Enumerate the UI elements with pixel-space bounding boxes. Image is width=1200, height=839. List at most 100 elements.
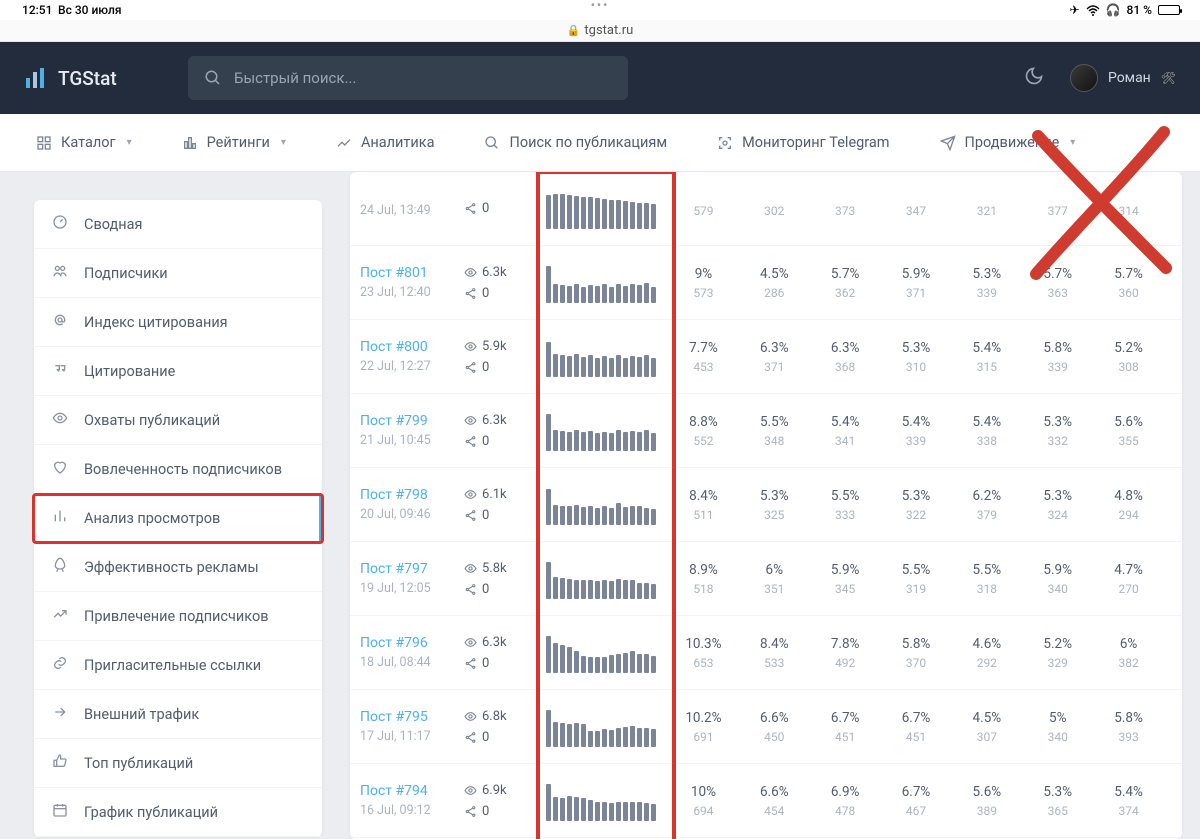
metric-pct: 5.8%: [1022, 340, 1093, 356]
post-link[interactable]: Пост #794: [360, 783, 464, 799]
mini-chart: [538, 781, 668, 821]
logo[interactable]: TGStat: [24, 66, 164, 90]
metric-count: 573: [668, 286, 739, 300]
metric-cell: 6%382: [1093, 636, 1164, 670]
metric-cell: 5.8%370: [881, 636, 952, 670]
metric-pct: 10.3%: [668, 636, 739, 652]
sidebar-engagement[interactable]: Вовлеченность подписчиков: [34, 445, 322, 494]
post-link[interactable]: Пост #799: [360, 413, 464, 429]
sidebar-external[interactable]: Внешний трафик: [34, 690, 322, 739]
metric-count: 324: [1022, 508, 1093, 522]
post-link[interactable]: Пост #800: [360, 339, 464, 355]
sidebar-citation[interactable]: Цитирование: [34, 347, 322, 396]
dark-mode-toggle[interactable]: [1024, 66, 1044, 91]
metric-count: 322: [881, 508, 952, 522]
metric-count: 355: [1093, 434, 1164, 448]
metric-pct: 10.2%: [668, 710, 739, 726]
post-link[interactable]: Пост #795: [360, 709, 464, 725]
metric-count: 370: [881, 656, 952, 670]
chevron-down-icon: ▾: [281, 137, 286, 148]
sidebar-item-label: Индекс цитирования: [84, 314, 228, 331]
nav-promo[interactable]: Продвижение ▾: [940, 134, 1076, 151]
metric-pct: 5.4%: [881, 414, 952, 430]
sidebar-summary[interactable]: Сводная: [34, 200, 322, 249]
metric-pct: 5.3%: [739, 488, 810, 504]
metric-cell: 5.8%339: [1022, 340, 1093, 374]
share-icon: [464, 509, 477, 522]
nav-catalog[interactable]: Каталог ▾: [36, 134, 132, 151]
sidebar-invite[interactable]: Пригласительные ссылки: [34, 641, 322, 690]
arrow-icon: [52, 704, 68, 724]
metric-pct: 6.2%: [951, 488, 1022, 504]
metric-cell: 10%694: [668, 784, 739, 818]
nav-monitoring[interactable]: Мониторинг Telegram: [717, 134, 889, 151]
sidebar-item-label: Привлечение подписчиков: [84, 608, 269, 625]
trend-icon: [52, 606, 68, 626]
metric-count: 294: [1093, 508, 1164, 522]
sidebar-reach[interactable]: Охваты публикаций: [34, 396, 322, 445]
user-menu[interactable]: Роман 🛠: [1070, 64, 1176, 92]
metric-cell: 5.3%310: [881, 340, 952, 374]
metric-count: 308: [1093, 360, 1164, 374]
shares-stat: 0: [464, 730, 489, 745]
gauge-icon: [52, 214, 68, 234]
sidebar-subscribers[interactable]: Подписчики: [34, 249, 322, 298]
metric-cell: 6.6%454: [739, 784, 810, 818]
sidebar-item-label: Пригласительные ссылки: [84, 657, 261, 674]
post-link[interactable]: Пост #796: [360, 635, 464, 651]
metric-cell: 5.3%322: [881, 488, 952, 522]
metric-pct: 5.9%: [1022, 562, 1093, 578]
metric-count: 347: [881, 204, 952, 218]
metric-pct: 5.7%: [810, 266, 881, 282]
metric-cell: 5.5%333: [810, 488, 881, 522]
metric-pct: 6%: [739, 562, 810, 578]
metric-pct: 5%: [1022, 710, 1093, 726]
metric-count: 318: [951, 582, 1022, 596]
metric-pct: 5.3%: [881, 340, 952, 356]
metric-pct: 6.7%: [881, 710, 952, 726]
post-link[interactable]: Пост #801: [360, 265, 464, 281]
metric-pct: 5.6%: [1093, 414, 1164, 430]
metric-count: 338: [951, 434, 1022, 448]
table-row: Пост #79921 Jul, 10:456.3k08.8%5525.5%34…: [350, 394, 1182, 468]
metric-count: 340: [1022, 730, 1093, 744]
metric-count: 379: [951, 508, 1022, 522]
users-icon: [52, 263, 68, 283]
share-icon: [464, 361, 477, 374]
metric-count: 451: [810, 730, 881, 744]
metric-cell: 5.5%319: [881, 562, 952, 596]
post-link[interactable]: Пост #798: [360, 487, 464, 503]
sidebar-acquisition[interactable]: Привлечение подписчиков: [34, 592, 322, 641]
search-input[interactable]: Быстрый поиск...: [188, 56, 628, 100]
metric-pct: 5.9%: [881, 266, 952, 282]
nav-analytics[interactable]: Аналитика: [336, 134, 435, 151]
metric-cell: 5.6% 355: [1093, 414, 1164, 448]
metric-cell: 7.8%492: [810, 636, 881, 670]
sidebar-item-label: Эффективность рекламы: [84, 559, 259, 576]
metric-count: 365: [1022, 804, 1093, 818]
airplane-icon: ✈︎: [1070, 3, 1080, 17]
post-link[interactable]: Пост #797: [360, 561, 464, 577]
metric-pct: 6.6%: [739, 710, 810, 726]
sidebar-schedule[interactable]: График публикаций: [34, 788, 322, 837]
safari-address-bar[interactable]: 🔒 tgstat.ru: [0, 20, 1200, 42]
metric-pct: 5.4%: [951, 340, 1022, 356]
nav-ratings[interactable]: Рейтинги ▾: [182, 134, 286, 151]
metric-count: 377: [1022, 204, 1093, 218]
sidebar-item-label: Внешний трафик: [84, 706, 199, 723]
nav-search-pub[interactable]: Поиск по публикациям: [484, 134, 667, 151]
sidebar-top[interactable]: Топ публикаций: [34, 739, 322, 788]
metric-count: 373: [810, 204, 881, 218]
mini-chart: [538, 559, 668, 599]
eye-icon: [464, 562, 477, 575]
metric-pct: 5.3%: [1022, 414, 1093, 430]
metric-cell: 5.7%360: [1093, 266, 1164, 300]
sidebar-views-analysis[interactable]: Анализ просмотров: [34, 494, 322, 543]
sidebar-citation-index[interactable]: Индекс цитирования: [34, 298, 322, 347]
link-icon: [52, 655, 68, 675]
metric-pct: 6.9%: [810, 784, 881, 800]
metric-count: 467: [881, 804, 952, 818]
metric-cell: 6.2% 379: [951, 488, 1022, 522]
share-icon: [464, 805, 477, 818]
sidebar-ads[interactable]: Эффективность рекламы: [34, 543, 322, 592]
